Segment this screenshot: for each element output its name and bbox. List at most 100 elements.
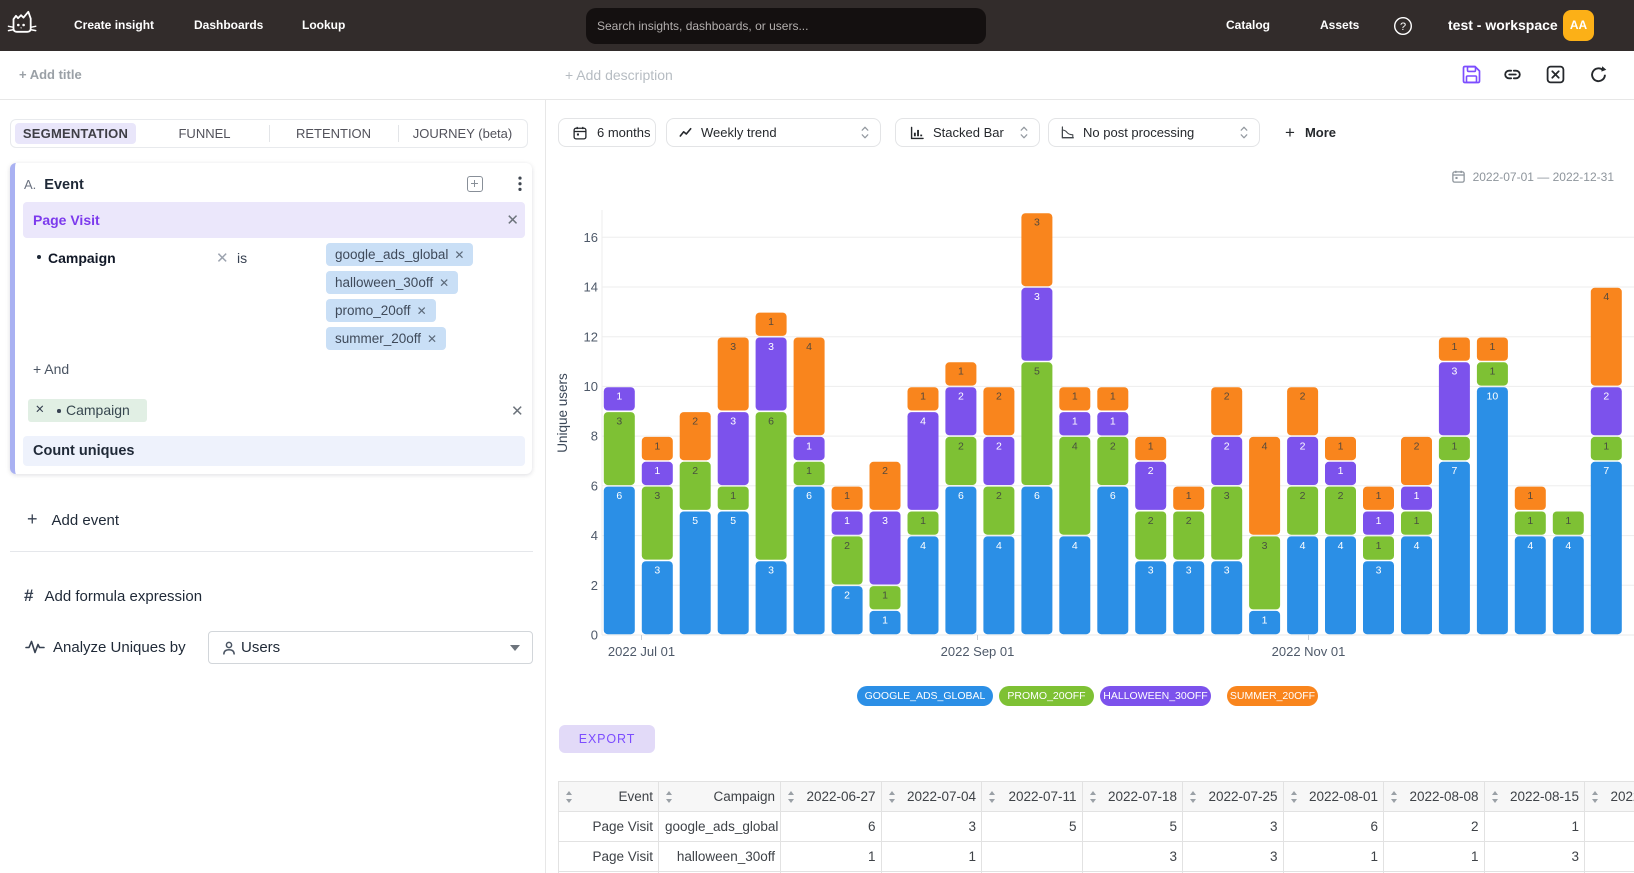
svg-text:1: 1 <box>844 515 850 527</box>
svg-text:2: 2 <box>1110 440 1116 452</box>
svg-text:4: 4 <box>1527 540 1533 552</box>
svg-text:7: 7 <box>1603 465 1609 477</box>
svg-text:1: 1 <box>806 440 812 452</box>
svg-text:2: 2 <box>844 590 850 602</box>
svg-text:1: 1 <box>1338 465 1344 477</box>
svg-text:2: 2 <box>1300 440 1306 452</box>
svg-text:4: 4 <box>1603 291 1609 303</box>
svg-text:1: 1 <box>1376 490 1382 502</box>
svg-text:4: 4 <box>1565 540 1571 552</box>
svg-text:3: 3 <box>1186 565 1192 577</box>
svg-text:3: 3 <box>1224 565 1230 577</box>
svg-text:4: 4 <box>996 540 1002 552</box>
svg-text:6: 6 <box>1110 490 1116 502</box>
svg-text:12: 12 <box>584 329 598 344</box>
svg-text:3: 3 <box>616 416 622 428</box>
svg-text:2: 2 <box>1338 490 1344 502</box>
svg-text:6: 6 <box>616 490 622 502</box>
svg-text:3: 3 <box>1224 490 1230 502</box>
svg-text:1: 1 <box>1414 515 1420 527</box>
svg-text:1: 1 <box>1376 540 1382 552</box>
svg-text:7: 7 <box>1451 465 1457 477</box>
svg-text:2: 2 <box>1300 391 1306 403</box>
svg-text:6: 6 <box>591 478 598 493</box>
svg-text:?: ? <box>1400 21 1406 33</box>
svg-text:1: 1 <box>1148 440 1154 452</box>
svg-text:3: 3 <box>1034 217 1040 229</box>
svg-text:1: 1 <box>1451 341 1457 353</box>
svg-text:2: 2 <box>996 391 1002 403</box>
svg-text:1: 1 <box>654 465 660 477</box>
svg-text:5: 5 <box>692 515 698 527</box>
svg-text:1: 1 <box>958 366 964 378</box>
svg-text:1: 1 <box>1451 440 1457 452</box>
svg-text:6: 6 <box>768 416 774 428</box>
svg-text:4: 4 <box>920 416 926 428</box>
svg-text:16: 16 <box>584 230 598 245</box>
svg-text:1: 1 <box>1186 490 1192 502</box>
svg-text:1: 1 <box>730 490 736 502</box>
svg-text:2022 Sep 01: 2022 Sep 01 <box>941 644 1015 659</box>
svg-text:2: 2 <box>1414 440 1420 452</box>
svg-text:3: 3 <box>768 341 774 353</box>
svg-text:1: 1 <box>882 614 888 626</box>
svg-text:5: 5 <box>730 515 736 527</box>
svg-text:2: 2 <box>1148 515 1154 527</box>
svg-text:1: 1 <box>1565 515 1571 527</box>
svg-text:3: 3 <box>1376 565 1382 577</box>
svg-text:4: 4 <box>920 540 926 552</box>
svg-text:2022 Nov 01: 2022 Nov 01 <box>1272 644 1346 659</box>
svg-text:3: 3 <box>654 490 660 502</box>
svg-text:1: 1 <box>1603 440 1609 452</box>
svg-text:4: 4 <box>1338 540 1344 552</box>
svg-text:8: 8 <box>591 429 598 444</box>
svg-text:2: 2 <box>1603 391 1609 403</box>
svg-text:1: 1 <box>1338 440 1344 452</box>
svg-text:6: 6 <box>1034 490 1040 502</box>
svg-text:4: 4 <box>1072 540 1078 552</box>
svg-text:2: 2 <box>958 440 964 452</box>
svg-text:1: 1 <box>920 391 926 403</box>
svg-text:3: 3 <box>730 341 736 353</box>
svg-text:3: 3 <box>1148 565 1154 577</box>
svg-text:2: 2 <box>1300 490 1306 502</box>
svg-text:2: 2 <box>692 465 698 477</box>
svg-text:6: 6 <box>806 490 812 502</box>
svg-text:2022 Jul 01: 2022 Jul 01 <box>608 644 675 659</box>
svg-text:4: 4 <box>591 528 598 543</box>
svg-text:1: 1 <box>1376 515 1382 527</box>
svg-text:1: 1 <box>1110 391 1116 403</box>
svg-text:2: 2 <box>591 578 598 593</box>
svg-text:1: 1 <box>1527 515 1533 527</box>
svg-text:10: 10 <box>1487 391 1499 403</box>
svg-text:2: 2 <box>996 490 1002 502</box>
svg-text:3: 3 <box>1262 540 1268 552</box>
svg-text:1: 1 <box>1072 391 1078 403</box>
svg-text:3: 3 <box>654 565 660 577</box>
svg-text:0: 0 <box>591 628 598 643</box>
svg-text:1: 1 <box>882 590 888 602</box>
svg-text:1: 1 <box>768 316 774 328</box>
svg-text:4: 4 <box>1262 440 1268 452</box>
svg-text:2: 2 <box>1148 465 1154 477</box>
svg-text:1: 1 <box>654 440 660 452</box>
svg-text:1: 1 <box>1489 366 1495 378</box>
svg-text:4: 4 <box>1300 540 1306 552</box>
svg-text:1: 1 <box>1262 614 1268 626</box>
svg-text:10: 10 <box>584 379 598 394</box>
svg-text:1: 1 <box>806 465 812 477</box>
svg-text:1: 1 <box>1489 341 1495 353</box>
svg-text:3: 3 <box>1034 291 1040 303</box>
svg-text:Unique users: Unique users <box>555 373 570 453</box>
svg-text:5: 5 <box>1034 366 1040 378</box>
svg-text:3: 3 <box>882 515 888 527</box>
svg-text:2: 2 <box>1186 515 1192 527</box>
svg-text:2: 2 <box>692 416 698 428</box>
svg-text:1: 1 <box>1110 416 1116 428</box>
svg-text:4: 4 <box>1414 540 1420 552</box>
svg-text:4: 4 <box>1072 440 1078 452</box>
svg-text:3: 3 <box>768 565 774 577</box>
svg-text:2: 2 <box>844 540 850 552</box>
svg-text:1: 1 <box>1072 416 1078 428</box>
svg-text:2: 2 <box>1224 391 1230 403</box>
